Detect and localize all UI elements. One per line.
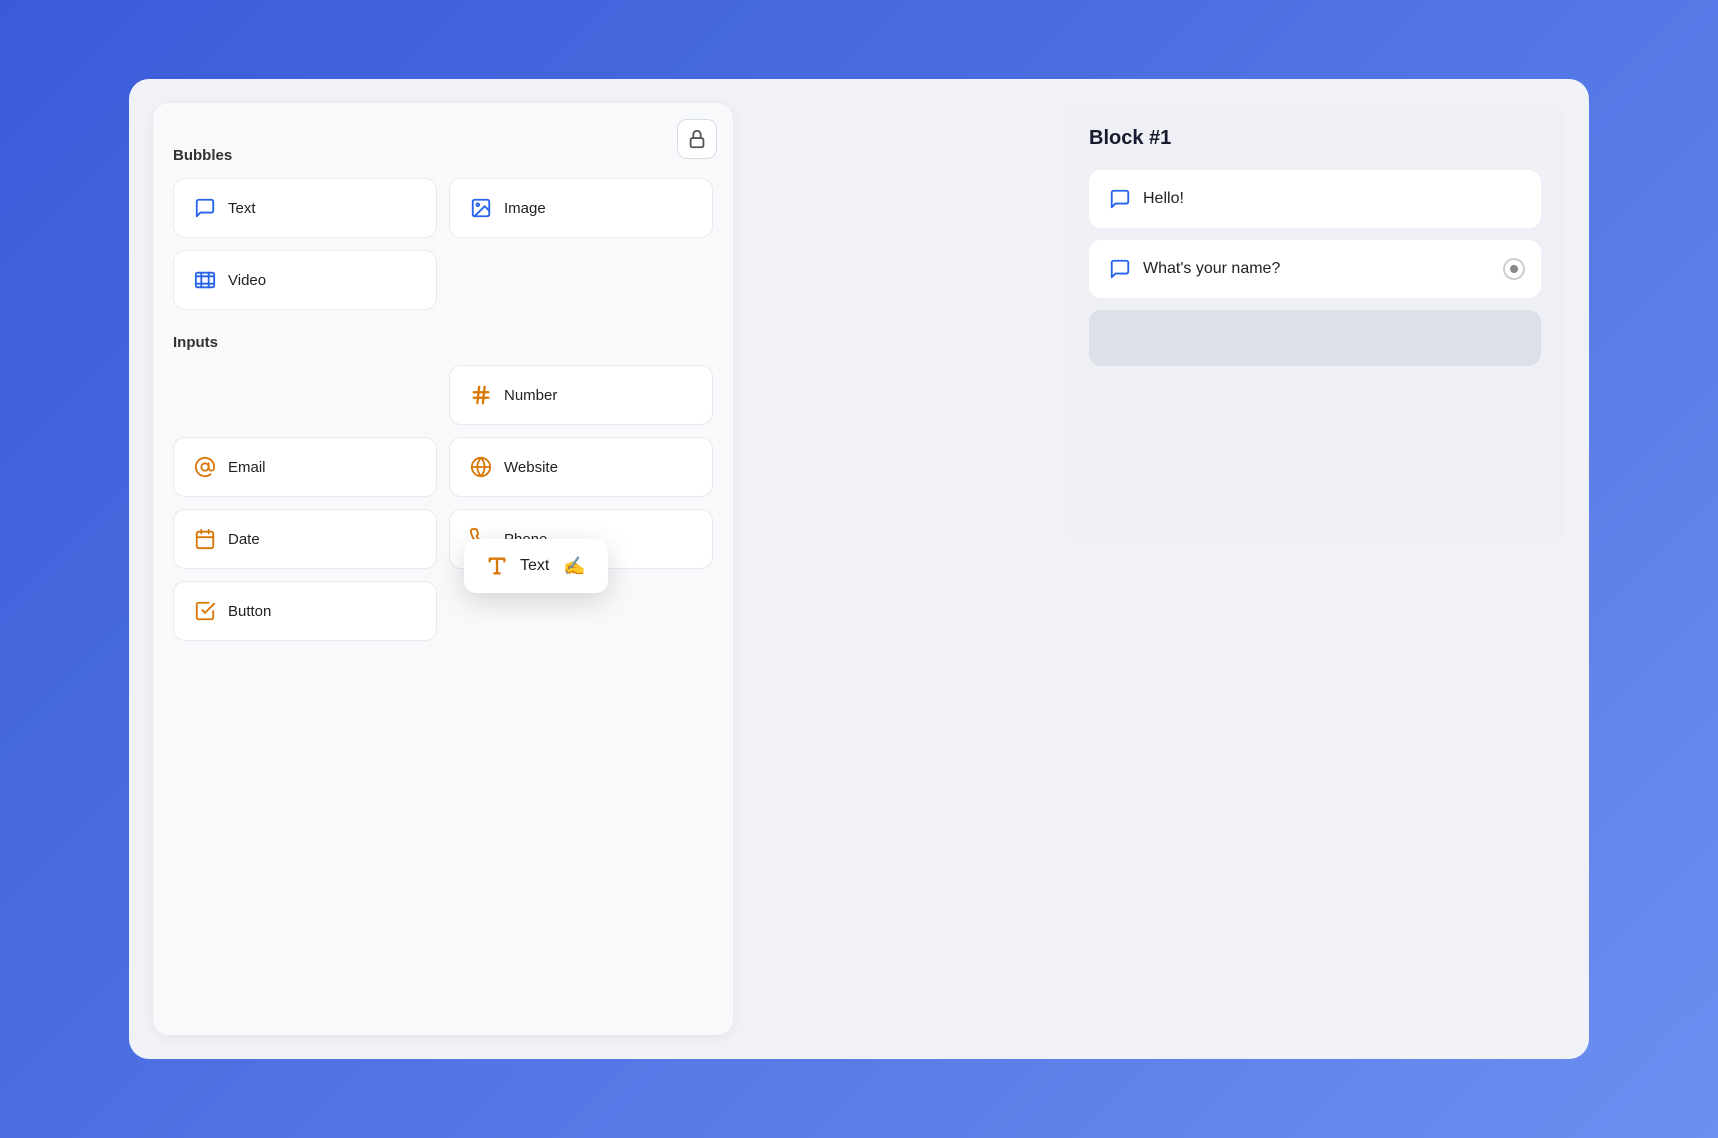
input-website-label: Website <box>504 459 558 476</box>
video-icon <box>194 269 216 291</box>
input-number-label: Number <box>504 387 557 404</box>
input-button-card[interactable]: Button <box>173 581 437 641</box>
block-item-hello[interactable]: Hello! <box>1089 170 1541 228</box>
t-icon <box>486 555 508 577</box>
right-panel: Block #1 Hello! What's your name? <box>757 79 1589 1059</box>
input-date-label: Date <box>228 531 260 548</box>
input-number-card[interactable]: Number <box>449 365 713 425</box>
bubble-image-label: Image <box>504 200 546 217</box>
checkbox-icon <box>194 600 216 622</box>
at-icon <box>194 456 216 478</box>
input-button-label: Button <box>228 603 271 620</box>
lock-button[interactable] <box>677 119 717 159</box>
drag-tooltip-label: Text <box>520 557 549 575</box>
inputs-section-label: Inputs <box>173 334 713 351</box>
bubble-video-label: Video <box>228 272 266 289</box>
app-container: Bubbles Text Image <box>129 79 1589 1059</box>
block-placeholder <box>1089 310 1541 366</box>
chat-bubble-icon <box>194 197 216 219</box>
bubble-video-card[interactable]: Video <box>173 250 437 310</box>
bubble-image-card[interactable]: Image <box>449 178 713 238</box>
input-email-label: Email <box>228 459 266 476</box>
block-panel: Block #1 Hello! What's your name? <box>1065 103 1565 543</box>
left-panel: Bubbles Text Image <box>153 103 733 1035</box>
block-hello-label: Hello! <box>1143 190 1184 208</box>
cursor-icon: ✍ <box>563 556 585 577</box>
input-website-card[interactable]: Website <box>449 437 713 497</box>
bubble-text-card[interactable]: Text <box>173 178 437 238</box>
bubbles-section-label: Bubbles <box>173 147 713 164</box>
drag-tooltip: Text ✍ <box>464 539 608 593</box>
inputs-grid: Number Email Website <box>173 365 713 641</box>
bubble-text-label: Text <box>228 200 256 217</box>
block-whats-name-label: What's your name? <box>1143 260 1280 278</box>
bubbles-grid: Text Image Video <box>173 178 713 310</box>
input-email-card[interactable]: Email <box>173 437 437 497</box>
image-icon <box>470 197 492 219</box>
block-chat-icon-1 <box>1109 188 1131 210</box>
block-chat-icon-2 <box>1109 258 1131 280</box>
globe-icon <box>470 456 492 478</box>
input-date-card[interactable]: Date <box>173 509 437 569</box>
lock-icon <box>686 128 708 150</box>
radio-button[interactable] <box>1503 258 1525 280</box>
calendar-icon <box>194 528 216 550</box>
block-item-whats-name[interactable]: What's your name? <box>1089 240 1541 298</box>
block-title: Block #1 <box>1089 127 1541 150</box>
hash-icon <box>470 384 492 406</box>
